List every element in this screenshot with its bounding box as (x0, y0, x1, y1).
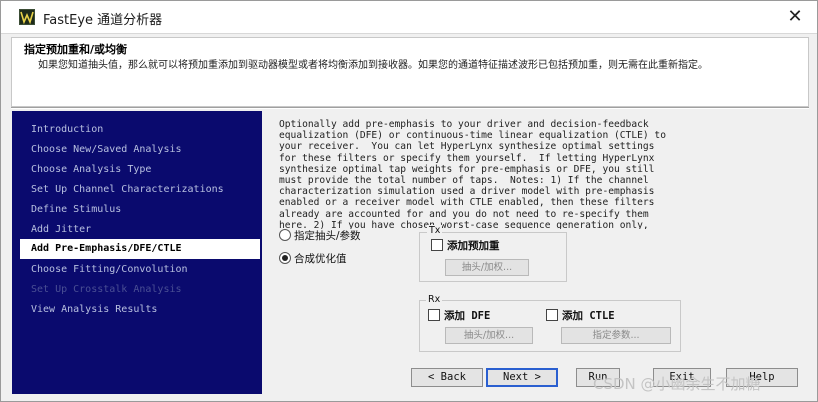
nav-item-choose-analysis[interactable]: Choose New/Saved Analysis (20, 141, 260, 159)
next-button[interactable]: Next > (486, 368, 558, 387)
csdn-watermark: CSDN @小幽余生不加糖 (593, 375, 761, 393)
step-header: 指定预加重和/或均衡 如果您知道抽头值，那么就可以将预加重添加到驱动器模型或者将… (11, 37, 809, 107)
radio-checked-icon (279, 252, 291, 264)
radio-synthesize-optimal[interactable]: 合成优化值 (279, 251, 347, 267)
wizard-step-nav: Introduction Choose New/Saved Analysis C… (12, 111, 262, 394)
rx-group-label: Rx (426, 294, 443, 305)
nav-item-define-stimulus[interactable]: Define Stimulus (20, 201, 260, 219)
add-ctle-checkbox[interactable]: 添加 CTLE (546, 308, 615, 324)
wizard-window: FastEye 通道分析器 ✕ 指定预加重和/或均衡 如果您知道抽头值，那么就可… (0, 0, 818, 402)
add-dfe-checkbox[interactable]: 添加 DFE (428, 308, 490, 324)
step-help-text: Optionally add pre-emphasis to your driv… (279, 119, 666, 229)
checkbox-icon (428, 309, 440, 321)
tx-taps-weights-button[interactable]: 抽头/加权... (445, 259, 529, 276)
nav-item-analysis-type[interactable]: Choose Analysis Type (20, 161, 260, 179)
rx-taps-weights-button[interactable]: 抽头/加权... (445, 327, 533, 344)
radio-optimize-label: 合成优化值 (294, 253, 347, 265)
fasteye-app-icon (19, 9, 35, 25)
step-title: 指定预加重和/或均衡 (24, 43, 128, 56)
ctle-parameters-button[interactable]: 指定参数... (561, 327, 671, 344)
add-ctle-label: 添加 CTLE (562, 310, 615, 322)
nav-item-add-jitter[interactable]: Add Jitter (20, 221, 260, 239)
window-title: FastEye 通道分析器 (43, 13, 163, 28)
close-icon[interactable]: ✕ (779, 3, 811, 31)
add-preemphasis-label: 添加预加重 (447, 240, 500, 252)
nav-item-pre-emphasis[interactable]: Add Pre-Emphasis/DFE/CTLE (20, 239, 260, 259)
radio-specify-taps[interactable]: 指定抽头/参数 (279, 228, 361, 244)
back-button[interactable]: < Back (411, 368, 483, 387)
checkbox-icon (431, 239, 443, 251)
nav-item-fitting-convolution[interactable]: Choose Fitting/Convolution (20, 261, 260, 279)
nav-item-channel-characterizations[interactable]: Set Up Channel Characterizations (20, 181, 260, 199)
step-description: 如果您知道抽头值，那么就可以将预加重添加到驱动器模型或者将均衡添加到接收器。如果… (38, 60, 708, 71)
radio-unchecked-icon (279, 229, 291, 241)
nav-item-view-results[interactable]: View Analysis Results (20, 301, 260, 319)
nav-item-introduction[interactable]: Introduction (20, 121, 260, 139)
nav-item-crosstalk-analysis: Set Up Crosstalk Analysis (31, 284, 182, 295)
tx-group-label: Tx (427, 225, 443, 236)
title-bar: FastEye 通道分析器 ✕ (1, 1, 817, 34)
checkbox-icon (546, 309, 558, 321)
add-dfe-label: 添加 DFE (444, 310, 491, 322)
header-divider (11, 107, 809, 109)
radio-specify-label: 指定抽头/参数 (294, 230, 361, 242)
add-preemphasis-checkbox[interactable]: 添加预加重 (431, 238, 500, 254)
